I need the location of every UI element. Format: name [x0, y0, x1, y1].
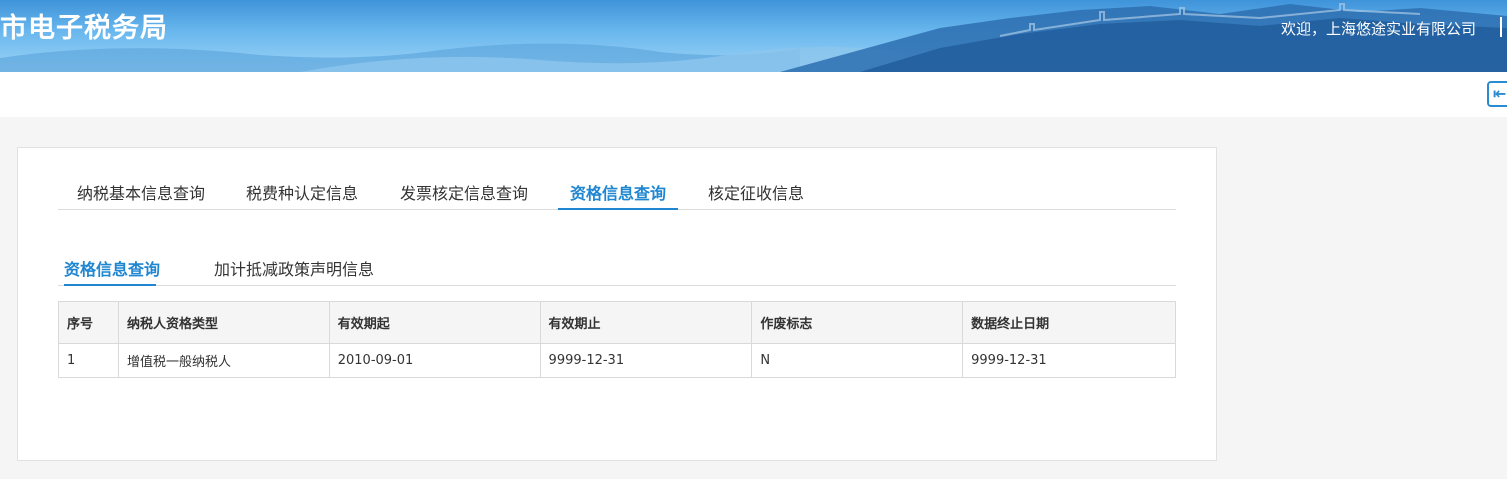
header-banner: 市电子税务局 欢迎，上海悠途实业有限公司	[0, 0, 1507, 72]
table-header-row: 序号 纳税人资格类型 有效期起 有效期止 作废标志 数据终止日期	[58, 301, 1176, 344]
tab-invoice-approval[interactable]: 发票核定信息查询	[400, 173, 528, 210]
col-header-valid-from: 有效期起	[328, 301, 541, 344]
subtab-qualification-info[interactable]: 资格信息查询	[64, 249, 160, 286]
cell-qualification-type: 增值税一般纳税人	[117, 343, 330, 378]
tab-qualification-info[interactable]: 资格信息查询	[558, 173, 678, 210]
cell-valid-to: 9999-12-31	[539, 343, 753, 378]
header-divider	[1500, 17, 1502, 37]
exit-button[interactable]: ⇤	[1487, 81, 1507, 107]
welcome-text: 欢迎，上海悠途实业有限公司	[1281, 20, 1477, 38]
tab-taxpayer-basic-info[interactable]: 纳税基本信息查询	[77, 173, 205, 210]
cell-data-end-date: 9999-12-31	[962, 343, 1176, 378]
col-header-data-end-date: 数据终止日期	[962, 301, 1176, 344]
tab-tax-type-recognition[interactable]: 税费种认定信息	[246, 173, 358, 210]
tab-assessed-collection[interactable]: 核定征收信息	[708, 173, 804, 210]
col-header-valid-to: 有效期止	[539, 301, 753, 344]
qualification-table: 序号 纳税人资格类型 有效期起 有效期止 作废标志 数据终止日期 1 增值税一般…	[58, 301, 1176, 378]
content-panel: 纳税基本信息查询 税费种认定信息 发票核定信息查询 资格信息查询 核定征收信息 …	[17, 147, 1217, 461]
main-tab-bar: 纳税基本信息查询 税费种认定信息 发票核定信息查询 资格信息查询 核定征收信息	[58, 173, 1176, 210]
logout-arrow-icon: ⇤	[1493, 84, 1507, 103]
cell-index: 1	[58, 343, 119, 378]
subtab-additional-deduction[interactable]: 加计抵减政策声明信息	[214, 249, 374, 286]
cell-valid-from: 2010-09-01	[328, 343, 541, 378]
toolbar: ⇤	[0, 72, 1507, 117]
table-row: 1 增值税一般纳税人 2010-09-01 9999-12-31 N 9999-…	[58, 343, 1176, 378]
col-header-index: 序号	[58, 301, 119, 344]
site-title: 市电子税务局	[0, 13, 168, 44]
col-header-void-flag: 作废标志	[751, 301, 964, 344]
col-header-qualification-type: 纳税人资格类型	[117, 301, 330, 344]
sub-tab-bar: 资格信息查询 加计抵减政策声明信息	[58, 249, 1176, 286]
cell-void-flag: N	[751, 343, 964, 378]
